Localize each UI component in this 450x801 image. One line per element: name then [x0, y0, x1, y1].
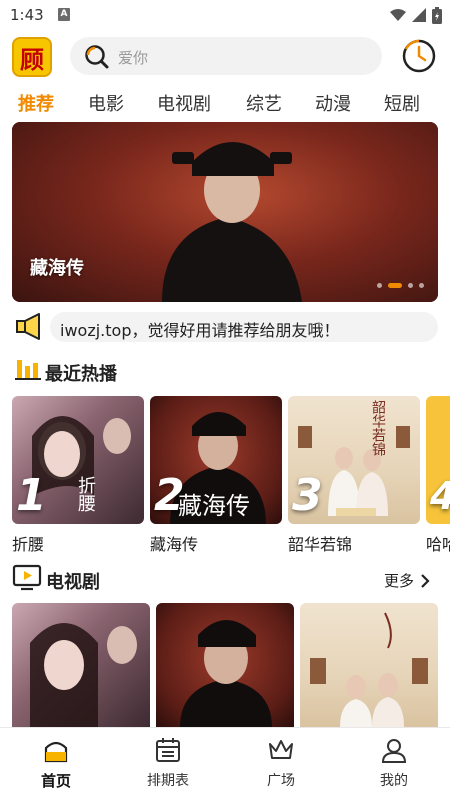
category-tabs: 推荐 电影 电视剧 综艺 动漫 短剧: [0, 88, 450, 118]
crown-icon: [269, 740, 293, 759]
hot-chart-icon: [15, 360, 41, 380]
rank-number: 1: [16, 470, 47, 521]
recent-card-1[interactable]: 折腰 1: [12, 396, 144, 524]
tab-movies[interactable]: 电影: [88, 90, 124, 116]
poster-image: [310, 612, 428, 727]
nav-schedule[interactable]: 排期表: [128, 736, 208, 790]
recent-card-3[interactable]: 韶华若锦 3: [288, 396, 420, 524]
status-bar: 1:43 A: [0, 0, 450, 30]
poster-image: [30, 623, 137, 727]
tab-short-drama[interactable]: 短剧: [384, 90, 420, 116]
nav-plaza[interactable]: 广场: [241, 736, 321, 790]
recent-name-2[interactable]: 藏海传: [150, 531, 198, 555]
more-label: 更多: [383, 572, 414, 590]
poster-title: 折腰: [75, 476, 96, 512]
system-icons: [390, 6, 442, 24]
app-logo[interactable]: 顾: [12, 37, 52, 77]
tv-section-title: 电视剧: [46, 572, 100, 593]
tv-more-link[interactable]: 更多: [384, 570, 430, 591]
tv-play-icon: [12, 564, 42, 591]
recent-card-4[interactable]: 4: [426, 396, 450, 524]
nav-schedule-label: 排期表: [147, 773, 189, 789]
tv-card-3[interactable]: [300, 603, 438, 727]
search-placeholder: 爱你: [118, 49, 149, 67]
search-icon: [85, 45, 109, 69]
recent-card-2[interactable]: 藏海传 2: [150, 396, 282, 524]
nav-home[interactable]: 首页: [16, 736, 96, 791]
recent-name-4[interactable]: 哈哈: [426, 531, 450, 555]
banner-dot-active[interactable]: [388, 283, 402, 288]
recent-section-title: 最近热播: [45, 364, 117, 385]
history-clock-icon[interactable]: [401, 38, 437, 74]
nav-profile[interactable]: 我的: [354, 736, 434, 790]
home-icon: [44, 741, 68, 763]
signal-icon: [412, 8, 426, 22]
nav-home-label: 首页: [40, 772, 71, 790]
rank-number: 2: [154, 470, 185, 521]
user-icon: [381, 739, 407, 763]
tv-card-1[interactable]: [12, 603, 150, 727]
banner-pagination: [377, 283, 424, 288]
logo-text: 顾: [20, 44, 44, 74]
tab-tv-series[interactable]: 电视剧: [157, 90, 211, 116]
megaphone-icon: [16, 313, 40, 340]
rank-number: 4: [430, 474, 450, 518]
banner-title: 藏海传: [30, 258, 84, 279]
rank-number: 3: [292, 470, 323, 521]
poster-title: 藏海传: [178, 492, 250, 520]
recent-name-1[interactable]: 折腰: [12, 531, 44, 555]
featured-banner[interactable]: 藏海传: [12, 122, 438, 302]
bottom-navigation: 首页 排期表 广场 我的: [0, 727, 450, 801]
tab-anime[interactable]: 动漫: [315, 90, 351, 116]
banner-dot[interactable]: [408, 283, 413, 288]
notice-bar[interactable]: iwozj.top，觉得好用请推荐给朋友哦！: [50, 312, 438, 342]
poster-image: [180, 620, 272, 727]
tab-variety[interactable]: 综艺: [246, 90, 282, 116]
banner-dot[interactable]: [377, 283, 382, 288]
tv-card-2[interactable]: [156, 603, 294, 727]
notification-a-icon: A: [58, 8, 70, 21]
nav-profile-label: 我的: [380, 773, 408, 789]
search-bar[interactable]: 爱你: [70, 37, 382, 75]
chevron-right-icon: [421, 573, 430, 588]
battery-icon: [432, 6, 442, 24]
nav-plaza-label: 广场: [267, 773, 295, 789]
wifi-icon: [390, 9, 406, 21]
poster-title: 韶华若锦: [370, 400, 386, 456]
banner-dot[interactable]: [419, 283, 424, 288]
status-time: 1:43: [10, 6, 44, 24]
recent-name-3[interactable]: 韶华若锦: [288, 531, 352, 555]
notice-text: iwozj.top，觉得好用请推荐给朋友哦！: [60, 321, 340, 340]
calendar-icon: [156, 738, 180, 762]
tab-recommend[interactable]: 推荐: [18, 90, 54, 116]
